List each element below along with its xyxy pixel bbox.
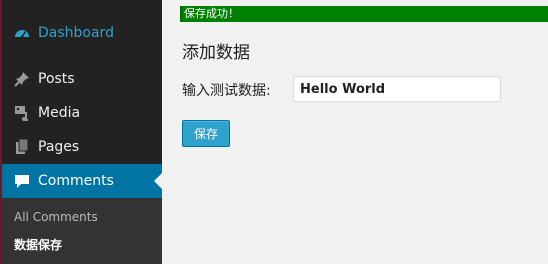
- sidebar-item-pages[interactable]: Pages: [2, 130, 162, 164]
- sidebar-item-posts[interactable]: Posts: [2, 62, 162, 96]
- save-button[interactable]: 保存: [182, 120, 230, 147]
- admin-sidebar: Dashboard Posts Media Pages Comments All…: [2, 0, 162, 264]
- media-icon: [12, 103, 32, 123]
- submenu-item-all-comments[interactable]: All Comments: [14, 210, 98, 224]
- pin-icon: [12, 69, 32, 89]
- page-title: 添加数据: [182, 43, 250, 63]
- dashboard-icon: [12, 23, 32, 43]
- sidebar-item-label: Dashboard: [38, 25, 114, 41]
- test-data-label: 输入测试数据:: [182, 83, 271, 99]
- submenu-item-data-save[interactable]: 数据保存: [14, 236, 62, 253]
- sidebar-item-label: Posts: [38, 71, 75, 87]
- sidebar-item-media[interactable]: Media: [2, 96, 162, 130]
- success-notice: 保存成功！: [180, 6, 548, 22]
- sidebar-item-label: Pages: [38, 139, 80, 155]
- pages-icon: [12, 137, 32, 157]
- comments-submenu: All Comments 数据保存: [2, 198, 162, 264]
- comment-icon: [12, 171, 32, 191]
- sidebar-item-label: Media: [38, 105, 81, 121]
- test-data-input[interactable]: [293, 76, 501, 102]
- sidebar-item-label: Comments: [38, 173, 114, 189]
- sidebar-item-comments[interactable]: Comments: [2, 164, 162, 198]
- sidebar-item-dashboard[interactable]: Dashboard: [2, 16, 162, 50]
